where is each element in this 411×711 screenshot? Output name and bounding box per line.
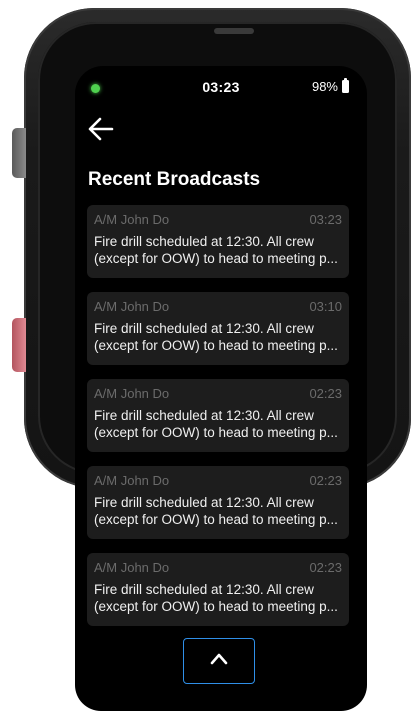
broadcast-message: Fire drill scheduled at 12:30. All crew … (94, 494, 346, 528)
broadcast-message: Fire drill scheduled at 12:30. All crew … (94, 320, 346, 354)
broadcast-message-line: Fire drill scheduled at 12:30. All crew (94, 234, 314, 249)
page-title: Recent Broadcasts (88, 169, 261, 190)
battery-icon (342, 78, 349, 93)
broadcast-message-line: Fire drill scheduled at 12:30. All crew (94, 408, 314, 423)
battery-status: 98% (311, 78, 349, 94)
broadcast-sender: A/M John Do (94, 560, 170, 575)
broadcast-item[interactable]: A/M John Do 03:23 Fire drill scheduled a… (87, 205, 349, 278)
broadcast-message-line: Fire drill scheduled at 12:30. All crew (94, 582, 314, 597)
broadcast-sender: A/M John Do (94, 473, 170, 488)
broadcast-item[interactable]: A/M John Do 02:23 Fire drill scheduled a… (87, 379, 349, 452)
broadcast-message: Fire drill scheduled at 12:30. All crew … (94, 581, 346, 615)
status-bar: 03:23 98% (75, 76, 367, 100)
broadcast-time: 03:10 (309, 299, 342, 314)
device-mockup: 03:23 98% Recent Broadcasts A/M John Do … (0, 0, 411, 711)
broadcast-sender: A/M John Do (94, 212, 170, 227)
broadcast-sender: A/M John Do (94, 386, 170, 401)
broadcast-message-line: (except for OOW) to head to meeting p... (94, 512, 338, 527)
arrow-left-icon (88, 117, 114, 141)
device-notch (214, 28, 254, 34)
chevron-up-icon (210, 653, 228, 665)
battery-percent: 98% (311, 79, 338, 94)
broadcast-item[interactable]: A/M John Do 02:23 Fire drill scheduled a… (87, 553, 349, 626)
broadcast-item[interactable]: A/M John Do 03:10 Fire drill scheduled a… (87, 292, 349, 365)
broadcast-time: 02:23 (309, 473, 342, 488)
broadcast-item[interactable]: A/M John Do 02:23 Fire drill scheduled a… (87, 466, 349, 539)
broadcast-time: 02:23 (309, 386, 342, 401)
side-button-red[interactable] (12, 318, 26, 372)
scroll-up-button[interactable] (183, 638, 255, 684)
broadcast-message-line: (except for OOW) to head to meeting p... (94, 338, 338, 353)
side-button-gray[interactable] (12, 128, 26, 178)
broadcast-list: A/M John Do 03:23 Fire drill scheduled a… (87, 205, 357, 640)
broadcast-time: 02:23 (309, 560, 342, 575)
broadcast-message-line: Fire drill scheduled at 12:30. All crew (94, 495, 314, 510)
back-button[interactable] (87, 116, 117, 144)
broadcast-message-line: (except for OOW) to head to meeting p... (94, 425, 338, 440)
broadcast-time: 03:23 (309, 212, 342, 227)
broadcast-message: Fire drill scheduled at 12:30. All crew … (94, 233, 346, 267)
broadcast-message: Fire drill scheduled at 12:30. All crew … (94, 407, 346, 441)
broadcast-message-line: (except for OOW) to head to meeting p... (94, 599, 338, 614)
broadcast-message-line: (except for OOW) to head to meeting p... (94, 251, 338, 266)
screen: 03:23 98% Recent Broadcasts A/M John Do … (75, 66, 367, 711)
broadcast-sender: A/M John Do (94, 299, 170, 314)
broadcast-message-line: Fire drill scheduled at 12:30. All crew (94, 321, 314, 336)
